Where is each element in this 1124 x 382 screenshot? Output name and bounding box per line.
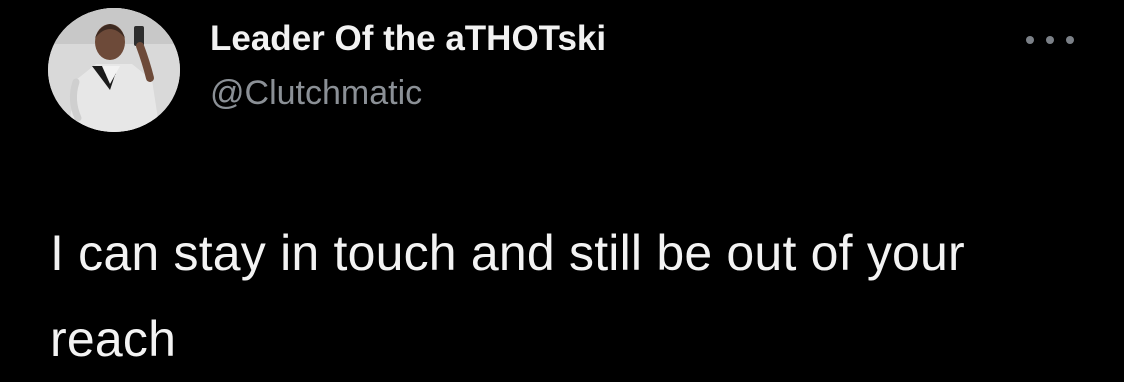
tweet-card: Leader Of the aTHOTski @Clutchmatic I ca…: [0, 0, 1124, 374]
more-options-dot: [1046, 36, 1054, 44]
tweet-text: I can stay in touch and still be out of …: [50, 225, 965, 367]
more-options-dot: [1066, 36, 1074, 44]
avatar-photo-icon: [48, 8, 180, 132]
author-display-name[interactable]: Leader Of the aTHOTski: [210, 16, 606, 62]
author-avatar[interactable]: [48, 8, 180, 132]
more-options-dot: [1026, 36, 1034, 44]
more-options-icon[interactable]: [1026, 30, 1074, 50]
author-handle[interactable]: @Clutchmatic: [210, 72, 422, 114]
